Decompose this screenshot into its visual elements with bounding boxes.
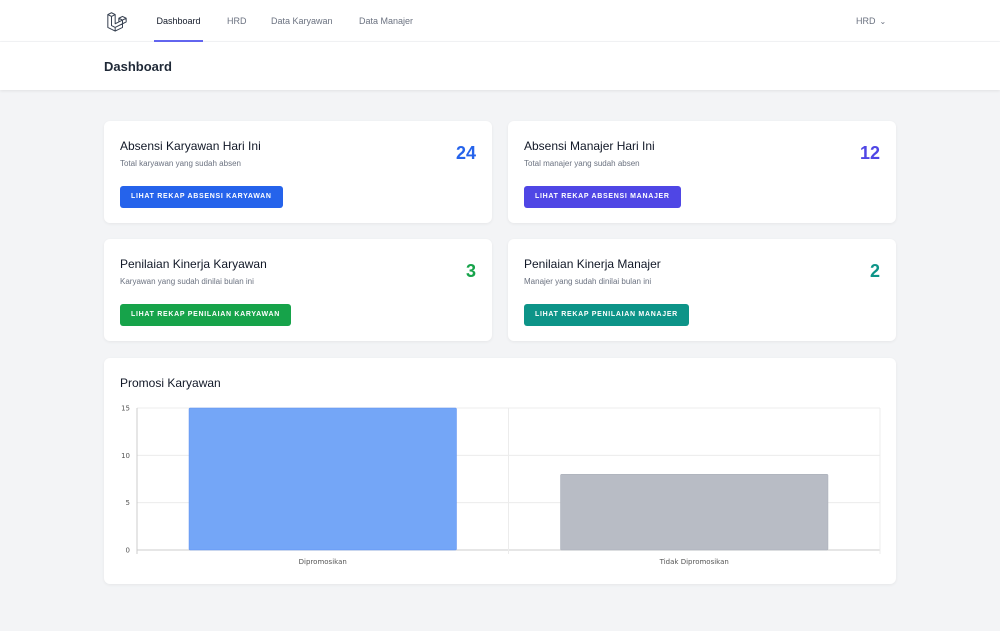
card-count: 3 (465, 261, 476, 281)
x-tick-label: Dipromosikan (299, 558, 347, 566)
chart-card-promosi: Promosi Karyawan 0 5 10 15 Dipromosikan Tidak… (104, 358, 896, 584)
y-tick-label: 0 (126, 547, 130, 555)
nav-link-data-manajer[interactable]: Data Manajer (359, 0, 413, 42)
y-tick-label: 15 (121, 405, 130, 413)
user-name: HRD (856, 16, 876, 26)
bar-dipromosikan (188, 407, 457, 551)
nav-link-hrd[interactable]: HRD (227, 0, 247, 42)
card-subtitle: Karyawan yang sudah dinilai bulan ini (120, 277, 254, 286)
bar-tidak-dipromosikan (560, 474, 829, 551)
nav-link-data-karyawan[interactable]: Data Karyawan (271, 0, 333, 42)
card-absensi-manajer: Absensi Manajer Hari Ini Total manajer y… (508, 121, 896, 223)
x-tick-label: Tidak Dipromosikan (659, 558, 729, 566)
card-title: Absensi Manajer Hari Ini (524, 139, 655, 153)
card-absensi-karyawan: Absensi Karyawan Hari Ini Total karyawan… (104, 121, 492, 223)
card-count: 24 (455, 143, 476, 163)
card-count: 2 (869, 261, 880, 281)
page-title: Dashboard (104, 59, 172, 74)
nav-link-dashboard[interactable]: Dashboard (154, 0, 203, 42)
lihat-rekap-absensi-manajer-button[interactable]: LIHAT REKAP ABSENSI MANAJER (524, 186, 681, 208)
chevron-down-icon: ⌄ (879, 17, 887, 26)
card-title: Penilaian Kinerja Manajer (524, 257, 661, 271)
card-penilaian-manajer: Penilaian Kinerja Manajer Manajer yang s… (508, 239, 896, 341)
card-title: Penilaian Kinerja Karyawan (120, 257, 267, 271)
card-penilaian-karyawan: Penilaian Kinerja Karyawan Karyawan yang… (104, 239, 492, 341)
lihat-rekap-penilaian-karyawan-button[interactable]: LIHAT REKAP PENILAIAN KARYAWAN (120, 304, 291, 326)
laravel-logo-icon[interactable] (106, 10, 128, 32)
card-title: Absensi Karyawan Hari Ini (120, 139, 261, 153)
user-menu-dropdown[interactable]: HRD ⌄ (856, 0, 886, 42)
card-subtitle: Total karyawan yang sudah absen (120, 159, 241, 168)
y-tick-label: 10 (121, 452, 130, 460)
promosi-bar-chart: 0 5 10 15 Dipromosikan Tidak Dipromosikan (121, 405, 881, 566)
lihat-rekap-penilaian-manajer-button[interactable]: LIHAT REKAP PENILAIAN MANAJER (524, 304, 689, 326)
top-navigation: Dashboard HRD Data Karyawan Data Manajer… (0, 0, 1000, 42)
card-subtitle: Total manajer yang sudah absen (524, 159, 640, 168)
card-count: 12 (859, 143, 880, 163)
card-subtitle: Manajer yang sudah dinilai bulan ini (524, 277, 652, 286)
lihat-rekap-absensi-karyawan-button[interactable]: LIHAT REKAP ABSENSI KARYAWAN (120, 186, 283, 208)
y-tick-label: 5 (126, 499, 130, 507)
page-header: Dashboard (0, 42, 1000, 90)
